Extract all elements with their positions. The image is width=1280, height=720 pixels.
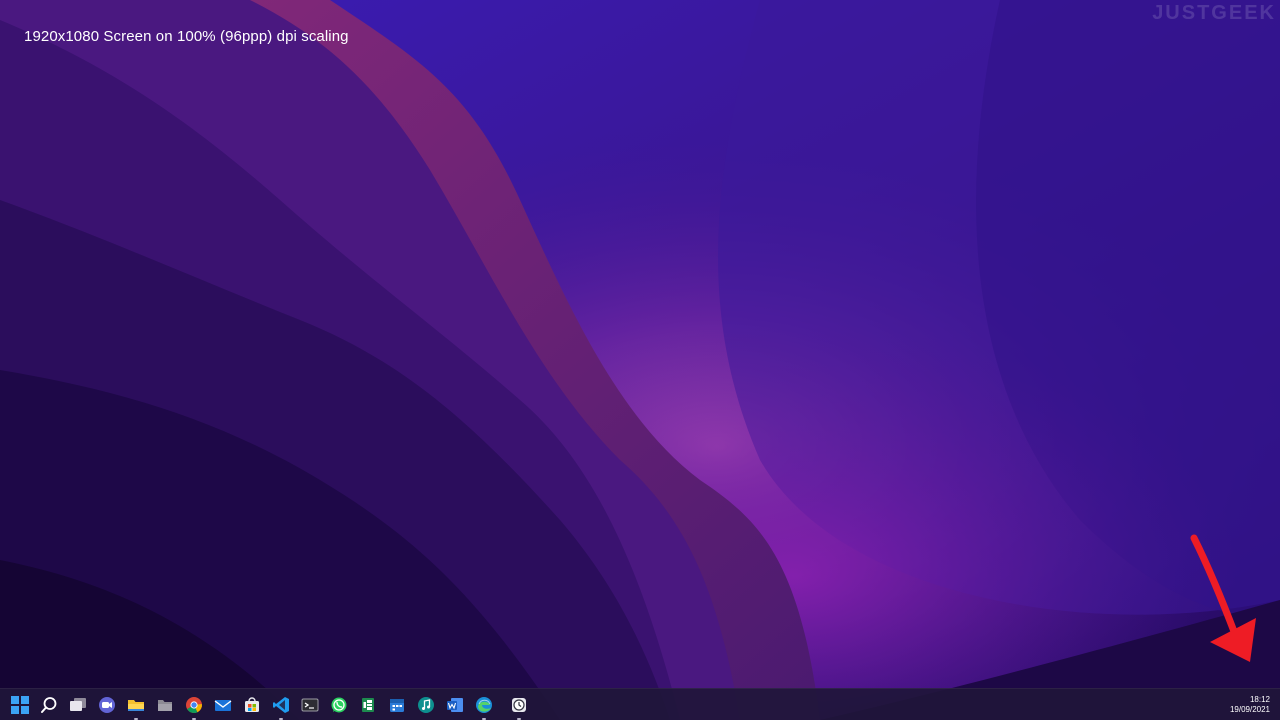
search-button[interactable] (37, 693, 61, 717)
whatsapp-icon (331, 697, 347, 713)
edge-button[interactable] (472, 693, 496, 720)
teams-chat-button[interactable] (95, 693, 119, 717)
start-button[interactable] (8, 693, 32, 717)
desktop: 1920x1080 Screen on 100% (96ppp) dpi sca… (0, 0, 1280, 720)
music-note-icon (418, 697, 434, 713)
mail-button[interactable] (211, 693, 235, 717)
terminal-icon (301, 698, 319, 712)
system-clock[interactable]: 18:12 19/09/2021 (1230, 695, 1270, 715)
files-app-button[interactable] (153, 693, 177, 717)
whatsapp-button[interactable] (327, 693, 351, 717)
calendar-app-button[interactable] (385, 693, 409, 717)
clock-time: 18:12 (1249, 695, 1270, 704)
clock-app-button[interactable] (507, 693, 531, 720)
store-icon (245, 697, 259, 712)
search-icon (41, 697, 57, 713)
folder-icon (128, 700, 144, 711)
file-explorer-button[interactable] (124, 693, 148, 720)
watermark: JUSTGEEK (1152, 2, 1276, 24)
microsoft-store-button[interactable] (240, 693, 264, 717)
edge-icon (476, 697, 492, 713)
vscode-button[interactable] (269, 693, 293, 720)
music-button[interactable] (414, 693, 438, 717)
spreadsheet-icon (362, 698, 374, 712)
task-view-button[interactable] (66, 693, 90, 717)
wallpaper (0, 0, 1280, 720)
chrome-button[interactable] (182, 693, 206, 720)
terminal-button[interactable] (298, 693, 322, 717)
clock-date: 19/09/2021 (1229, 705, 1270, 714)
task-view-icon (70, 698, 86, 711)
vscode-icon (273, 697, 289, 713)
chrome-icon (186, 697, 202, 713)
taskbar: 18:12 19/09/2021 (0, 688, 1280, 720)
clock-icon (512, 698, 526, 712)
calendar-icon (390, 699, 404, 712)
screen-caption: 1920x1080 Screen on 100% (96ppp) dpi sca… (24, 28, 349, 45)
word-button[interactable] (443, 693, 467, 717)
windows-logo-icon (11, 696, 29, 714)
word-icon (447, 698, 463, 712)
teams-chat-icon (99, 697, 115, 713)
excel-like-button[interactable] (356, 693, 380, 717)
gray-folder-icon (158, 700, 172, 711)
mail-icon (214, 700, 232, 711)
red-arrow-annotation (1190, 534, 1256, 662)
